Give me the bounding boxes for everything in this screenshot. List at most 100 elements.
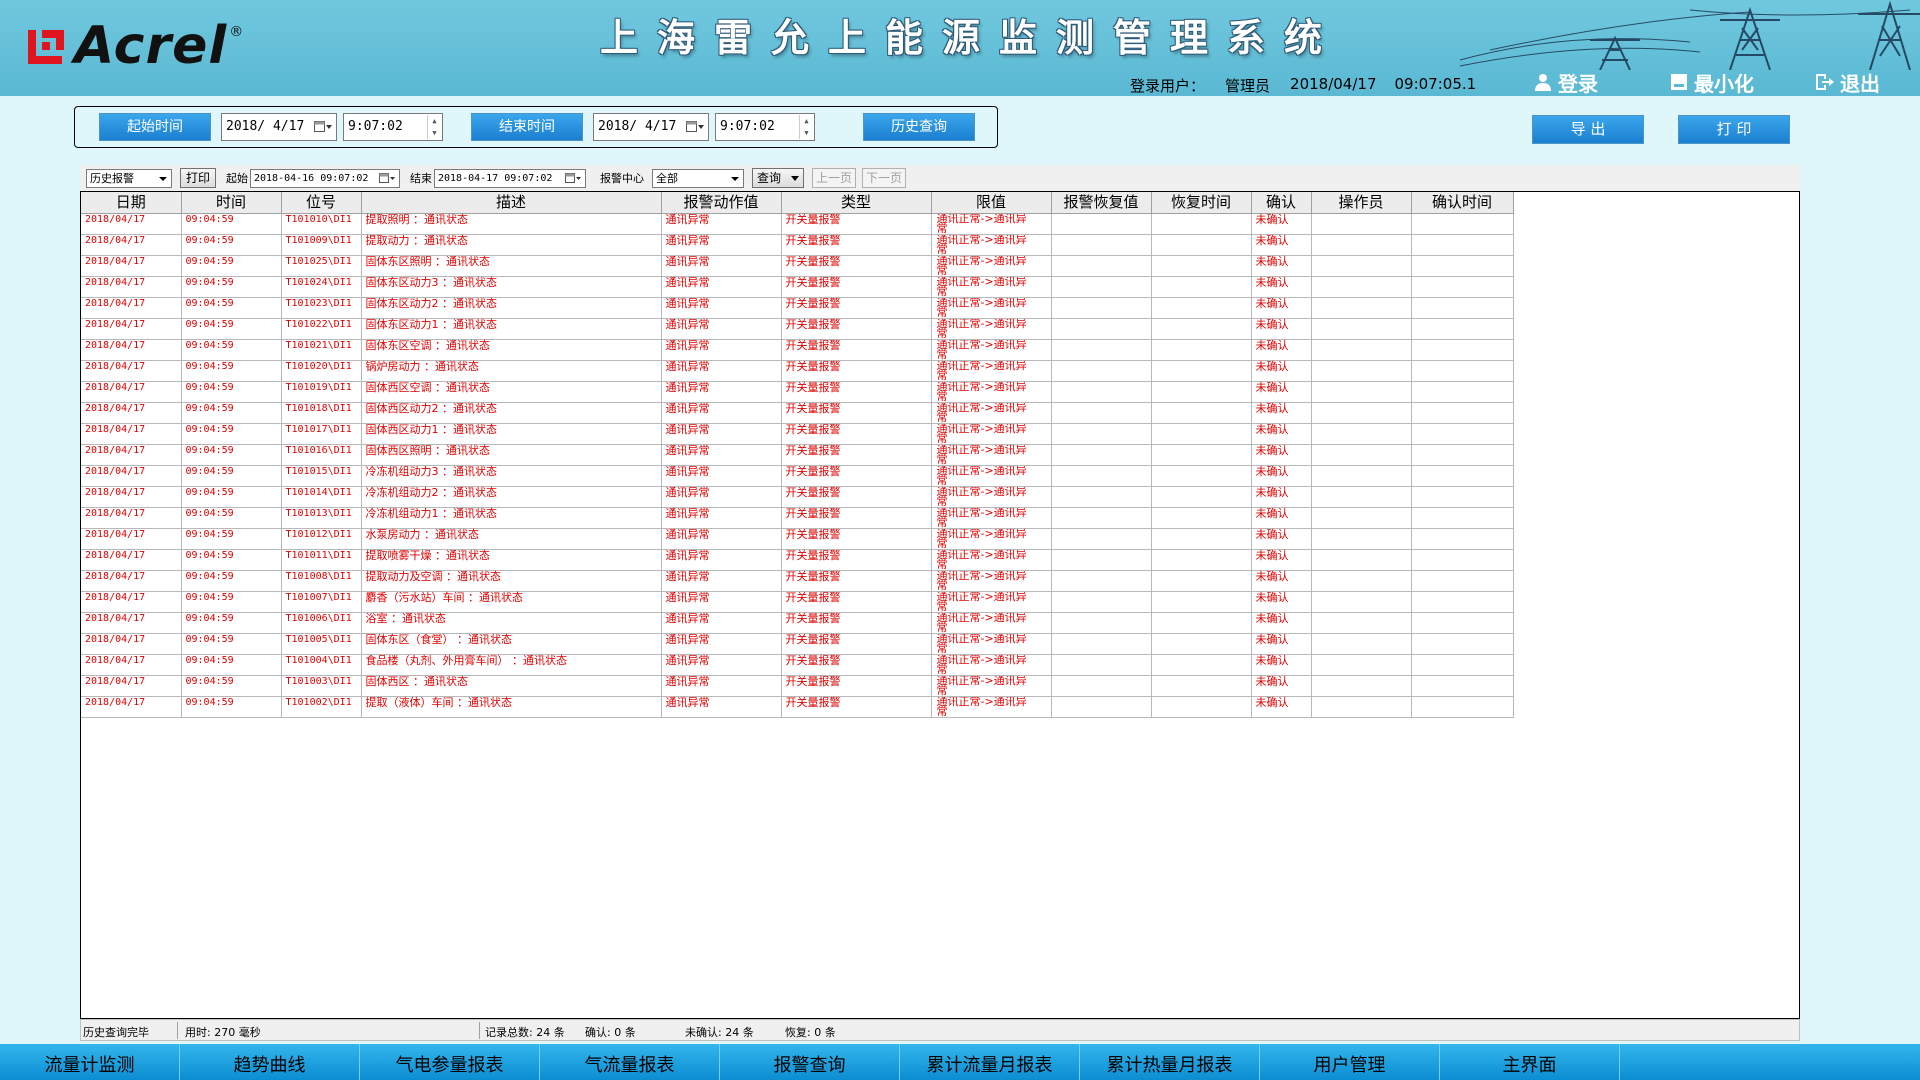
col-tag-header[interactable]: 位号 bbox=[281, 192, 362, 214]
table-row[interactable]: 2018/04/17 09:04:59 T101003\DI1 固体西区 ：通讯状态通… bbox=[81, 675, 1514, 697]
export-button[interactable]: 导 出 bbox=[1532, 115, 1644, 144]
limit-text: 通讯正常->通讯异常 bbox=[936, 507, 1027, 528]
limit-text: 通讯正常->通讯异常 bbox=[936, 297, 1027, 318]
toolbar-start-datetime[interactable]: 2018-04-16 09:07:02 bbox=[250, 169, 400, 188]
limit-text: 通讯正常->通讯异常 bbox=[936, 213, 1027, 234]
col-recovery-value bbox=[1051, 528, 1152, 550]
col-description: 固体东区动力2 ：通讯状态 bbox=[361, 297, 662, 319]
nav-gas-flow-report[interactable]: 气流量报表 bbox=[540, 1044, 720, 1080]
col-recovery-time bbox=[1151, 465, 1252, 487]
start-time-input[interactable]: 9:07:02 ▲ ▼ bbox=[343, 113, 443, 141]
table-row[interactable]: 2018/04/17 09:04:59 T101023\DI1 固体东区动力2 ：通讯… bbox=[81, 297, 1514, 319]
col-type: 开关量报警 bbox=[781, 675, 932, 697]
table-row[interactable]: 2018/04/17 09:04:59 T101011\DI1 提取喷雾干燥 ：通讯状… bbox=[81, 549, 1514, 571]
calendar-icon[interactable] bbox=[314, 121, 332, 133]
nav-cumulative-flow-monthly[interactable]: 累计流量月报表 bbox=[900, 1044, 1080, 1080]
login-button[interactable]: 登录 bbox=[1534, 70, 1598, 96]
table-row[interactable]: 2018/04/17 09:04:59 T101012\DI1 水泵房动力 ：通讯状态… bbox=[81, 528, 1514, 550]
end-date-picker[interactable]: 2018/ 4/17 bbox=[593, 113, 709, 141]
col-time: 09:04:59 bbox=[181, 402, 282, 424]
calendar-icon[interactable] bbox=[686, 121, 704, 133]
nav-trend-curve[interactable]: 趋势曲线 bbox=[180, 1044, 360, 1080]
end-time-spinner[interactable]: ▲ ▼ bbox=[799, 115, 813, 139]
col-type: 开关量报警 bbox=[781, 591, 932, 613]
table-row[interactable]: 2018/04/17 09:04:59 T101008\DI1 提取动力及空调 ：通讯… bbox=[81, 570, 1514, 592]
history-query-button[interactable]: 历史查询 bbox=[863, 113, 975, 141]
col-recovery-time bbox=[1151, 549, 1252, 571]
table-row[interactable]: 2018/04/17 09:04:59 T101019\DI1 固体西区空调 ：通讯状… bbox=[81, 381, 1514, 403]
col-operator-header[interactable]: 操作员 bbox=[1311, 192, 1412, 214]
start-date-picker[interactable]: 2018/ 4/17 bbox=[221, 113, 337, 141]
table-row[interactable]: 2018/04/17 09:04:59 T101016\DI1 固体西区照明 ：通讯状… bbox=[81, 444, 1514, 466]
col-recovery-value-header[interactable]: 报警恢复值 bbox=[1051, 192, 1152, 214]
col-confirm-time bbox=[1411, 633, 1514, 655]
exit-button[interactable]: 退出 bbox=[1814, 70, 1880, 96]
col-confirm-time bbox=[1411, 255, 1514, 277]
table-row[interactable]: 2018/04/17 09:04:59 T101005\DI1 固体东区（食堂） ：通… bbox=[81, 633, 1514, 655]
col-time: 09:04:59 bbox=[181, 549, 282, 571]
table-row[interactable]: 2018/04/17 09:04:59 T101013\DI1 冷冻机组动力1 ：通讯… bbox=[81, 507, 1514, 529]
table-row[interactable]: 2018/04/17 09:04:59 T101018\DI1 固体西区动力2 ：通讯… bbox=[81, 402, 1514, 424]
limit-text: 通讯正常->通讯异常 bbox=[936, 255, 1027, 276]
col-limit: 通讯正常->通讯异常 bbox=[931, 213, 1052, 235]
start-time-spinner[interactable]: ▲ ▼ bbox=[427, 115, 441, 139]
col-recovery-time-header[interactable]: 恢复时间 bbox=[1151, 192, 1252, 214]
col-date: 2018/04/17 bbox=[81, 360, 182, 382]
col-alarm-value: 通讯异常 bbox=[661, 507, 782, 529]
col-confirm-time bbox=[1411, 591, 1514, 613]
table-row[interactable]: 2018/04/17 09:04:59 T101021\DI1 固体东区空调 ：通讯状… bbox=[81, 339, 1514, 361]
start-time-button[interactable]: 起始时间 bbox=[99, 113, 211, 141]
nav-alarm-query[interactable]: 报警查询 bbox=[720, 1044, 900, 1080]
col-limit-header[interactable]: 限值 bbox=[931, 192, 1052, 214]
calendar-icon[interactable] bbox=[379, 173, 395, 184]
alarm-mode-select[interactable]: 历史报警 bbox=[86, 169, 172, 188]
col-confirm-time bbox=[1411, 402, 1514, 424]
toolbar-print-button[interactable]: 打印 bbox=[180, 168, 216, 188]
table-row[interactable]: 2018/04/17 09:04:59 T101010\DI1 提取照明 ：通讯状态通… bbox=[81, 213, 1514, 235]
table-row[interactable]: 2018/04/17 09:04:59 T101014\DI1 冷冻机组动力2 ：通讯… bbox=[81, 486, 1514, 508]
nav-flow-monitor[interactable]: 流量计监测 bbox=[0, 1044, 180, 1080]
col-description: 提取动力 ：通讯状态 bbox=[361, 234, 662, 256]
col-date: 2018/04/17 bbox=[81, 549, 182, 571]
table-row[interactable]: 2018/04/17 09:04:59 T101022\DI1 固体东区动力1 ：通讯… bbox=[81, 318, 1514, 340]
table-row[interactable]: 2018/04/17 09:04:59 T101025\DI1 固体东区照明 ：通讯状… bbox=[81, 255, 1514, 277]
table-row[interactable]: 2018/04/17 09:04:59 T101024\DI1 固体东区动力3 ：通讯… bbox=[81, 276, 1514, 298]
table-row[interactable]: 2018/04/17 09:04:59 T101009\DI1 提取动力 ：通讯状态通… bbox=[81, 234, 1514, 256]
alarm-center-select[interactable]: 全部 bbox=[652, 169, 744, 188]
end-time-input[interactable]: 9:07:02 ▲ ▼ bbox=[715, 113, 815, 141]
col-type-header[interactable]: 类型 bbox=[781, 192, 932, 214]
col-description-header[interactable]: 描述 bbox=[361, 192, 662, 214]
minimize-label: 最小化 bbox=[1694, 71, 1754, 96]
nav-gas-electric-report[interactable]: 气电参量报表 bbox=[360, 1044, 540, 1080]
query-label: 查询 bbox=[757, 171, 782, 185]
limit-text: 通讯正常->通讯异常 bbox=[936, 444, 1027, 465]
table-row[interactable]: 2018/04/17 09:04:59 T101020\DI1 锅炉房动力 ：通讯状态… bbox=[81, 360, 1514, 382]
col-confirm-time-header[interactable]: 确认时间 bbox=[1411, 192, 1514, 214]
col-limit: 通讯正常->通讯异常 bbox=[931, 633, 1052, 655]
print-button[interactable]: 打 印 bbox=[1678, 115, 1790, 144]
minimize-button[interactable]: 最小化 bbox=[1670, 70, 1754, 96]
table-row[interactable]: 2018/04/17 09:04:59 T101004\DI1 食品楼（丸剂、外用膏车… bbox=[81, 654, 1514, 676]
col-time-header[interactable]: 时间 bbox=[181, 192, 282, 214]
end-time-button[interactable]: 结束时间 bbox=[471, 113, 583, 141]
nav-user-management[interactable]: 用户管理 bbox=[1260, 1044, 1440, 1080]
query-button[interactable]: 查询 bbox=[752, 168, 804, 188]
table-row[interactable]: 2018/04/17 09:04:59 T101017\DI1 固体西区动力1 ：通讯… bbox=[81, 423, 1514, 445]
col-confirm: 未确认 bbox=[1251, 486, 1312, 508]
nav-cumulative-heat-monthly[interactable]: 累计热量月报表 bbox=[1080, 1044, 1260, 1080]
col-confirm-header[interactable]: 确认 bbox=[1251, 192, 1312, 214]
table-row[interactable]: 2018/04/17 09:04:59 T101007\DI1 麝香（污水站）车间 ：… bbox=[81, 591, 1514, 613]
toolbar-end-datetime[interactable]: 2018-04-17 09:07:02 bbox=[434, 169, 586, 188]
table-row[interactable]: 2018/04/17 09:04:59 T101015\DI1 冷冻机组动力3 ：通讯… bbox=[81, 465, 1514, 487]
col-date-header[interactable]: 日期 bbox=[81, 192, 182, 214]
user-name: 管理员 bbox=[1225, 77, 1271, 95]
next-page-button[interactable]: 下一页 bbox=[862, 168, 906, 188]
table-row[interactable]: 2018/04/17 09:04:59 T101006\DI1 浴室 ：通讯状态 通讯异… bbox=[81, 612, 1514, 634]
col-limit: 通讯正常->通讯异常 bbox=[931, 276, 1052, 298]
calendar-icon[interactable] bbox=[565, 173, 581, 184]
col-recovery-time bbox=[1151, 612, 1252, 634]
nav-main-screen[interactable]: 主界面 bbox=[1440, 1044, 1620, 1080]
table-row[interactable]: 2018/04/17 09:04:59 T101002\DI1 提取（液体）车间 ：通… bbox=[81, 696, 1514, 718]
col-alarm-value-header[interactable]: 报警动作值 bbox=[661, 192, 782, 214]
prev-page-button[interactable]: 上一页 bbox=[812, 168, 856, 188]
